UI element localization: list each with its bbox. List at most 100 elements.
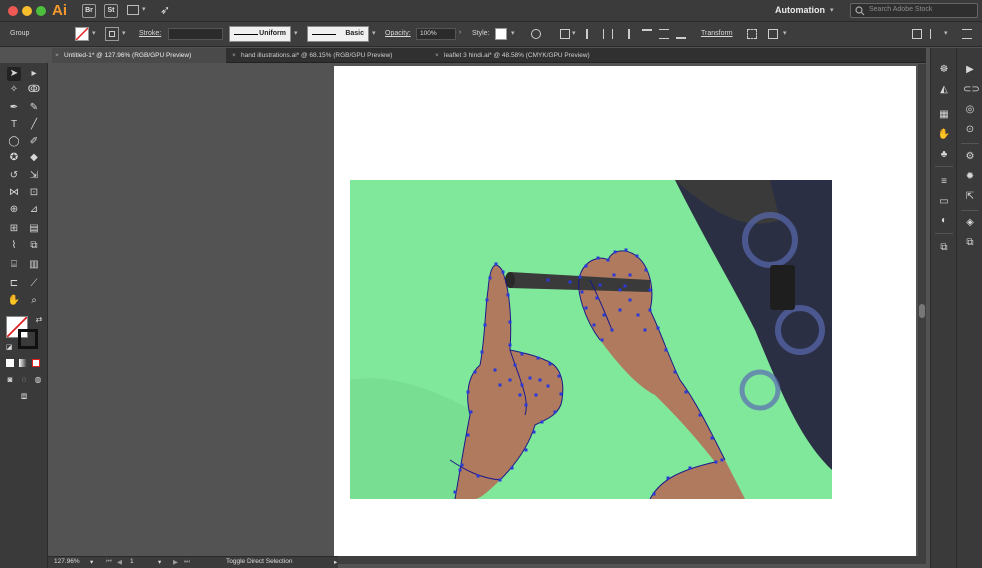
screen-mode-icon[interactable]: ⧈ — [17, 390, 31, 404]
tab-untitled-1[interactable]: × Untitled-1* @ 127.96% (RGB/GPU Preview… — [52, 48, 226, 63]
actions-play-icon[interactable]: ▶ — [963, 63, 977, 77]
artboard-chevron-icon[interactable]: ▾ — [158, 558, 161, 566]
ellipse-tool-icon[interactable]: ◯ — [7, 135, 21, 149]
color-mode-icon[interactable] — [6, 359, 14, 367]
close-tab-icon[interactable]: × — [232, 48, 236, 63]
appearance-panel-icon[interactable]: ◐ — [937, 214, 951, 228]
zoom-chevron-icon[interactable]: ▾ — [90, 558, 93, 566]
eraser-tool-icon[interactable]: ◆ — [27, 151, 41, 165]
gear-icon[interactable]: ⚙ — [963, 150, 977, 164]
arrange-documents-icon[interactable] — [127, 5, 139, 15]
eyedropper-tool-icon[interactable]: ⌇ — [7, 239, 21, 253]
draw-behind-icon[interactable]: ◌ — [17, 373, 31, 387]
stroke-label[interactable]: Stroke: — [139, 30, 161, 37]
image-trace-icon[interactable]: ✹ — [963, 170, 977, 184]
maximize-window-button[interactable] — [36, 6, 46, 16]
links-panel-icon[interactable]: ⊂⊃ — [963, 83, 980, 97]
select-similar-chevron-icon[interactable]: ▾ — [783, 29, 787, 37]
align-left-icon[interactable] — [586, 29, 596, 39]
artboard-number-field[interactable]: 1 — [130, 558, 134, 565]
column-graph-tool-icon[interactable]: ▥ — [27, 258, 41, 272]
stroke-weight-field[interactable] — [168, 28, 223, 40]
align-top-icon[interactable] — [642, 29, 652, 39]
align-right-icon[interactable] — [620, 29, 630, 39]
asset-export-icon[interactable]: ⧉ — [963, 236, 977, 250]
variable-width-profile[interactable]: Uniform — [229, 26, 291, 42]
minimize-window-button[interactable] — [22, 6, 32, 16]
style-chevron-icon[interactable]: ▾ — [511, 29, 515, 37]
rotate-tool-icon[interactable]: ↺ — [7, 169, 21, 183]
stroke-chevron-icon[interactable]: ▾ — [122, 29, 126, 37]
artboards-panel-icon[interactable]: ⧉ — [937, 241, 951, 255]
profile-chevron-icon[interactable]: ▾ — [294, 29, 298, 37]
hand-tool-icon[interactable]: ✋ — [7, 294, 21, 308]
first-artboard-icon[interactable]: ⏮ — [106, 558, 112, 566]
transform-button[interactable]: Transform — [701, 30, 733, 37]
zoom-tool-icon[interactable]: ⌕ — [27, 294, 41, 308]
swatches-panel-icon[interactable]: ▦ — [937, 108, 951, 122]
gpu-performance-icon[interactable]: ➶ — [160, 3, 170, 17]
panel-options-icon[interactable] — [912, 29, 922, 39]
next-artboard-icon[interactable]: ▶ — [173, 558, 178, 566]
stock-search-input[interactable]: Search Adobe Stock — [850, 3, 978, 18]
stroke-panel-icon[interactable]: ≡ — [937, 175, 951, 189]
curvature-tool-icon[interactable]: ✎ — [27, 101, 41, 115]
lasso-tool-icon[interactable]: ↂ — [27, 83, 41, 97]
workspace-switcher[interactable]: Automation — [775, 5, 825, 15]
cc-libraries-icon[interactable]: ◎ — [963, 103, 977, 117]
status-arrow-icon[interactable]: ▸ — [334, 558, 337, 566]
close-tab-icon[interactable]: × — [55, 48, 59, 63]
brush-chevron-icon[interactable]: ▾ — [372, 29, 376, 37]
control-bar-menu-icon[interactable] — [962, 29, 972, 39]
artboard-tool-icon[interactable]: ⊏ — [7, 277, 21, 291]
opacity-label[interactable]: Opacity: — [385, 30, 411, 37]
stock-button[interactable]: St — [104, 4, 118, 18]
align-middle-icon[interactable] — [659, 29, 669, 39]
direct-selection-tool-icon[interactable]: ▸ — [27, 67, 41, 81]
free-transform-tool-icon[interactable]: ⊡ — [27, 186, 41, 200]
horizontal-scrollbar[interactable] — [334, 556, 926, 564]
scale-tool-icon[interactable]: ⇲ — [27, 169, 41, 183]
graphic-style-swatch[interactable] — [495, 28, 507, 40]
opacity-arrow-icon[interactable]: › — [459, 29, 461, 36]
last-artboard-icon[interactable]: ⏭ — [184, 558, 190, 566]
draw-inside-icon[interactable]: ◍ — [31, 373, 45, 387]
placed-photo-hands[interactable] — [350, 180, 832, 499]
chevron-down-icon[interactable]: ▾ — [142, 5, 146, 13]
brush-definition[interactable]: Basic — [307, 26, 369, 42]
blend-tool-icon[interactable]: ⧉ — [27, 239, 41, 253]
align-to-chevron-icon[interactable]: ▾ — [572, 29, 576, 37]
stroke-color-swatch[interactable] — [18, 329, 38, 349]
current-tool-status[interactable]: Toggle Direct Selection — [226, 558, 292, 565]
selection-tool-icon[interactable]: ➤ — [7, 67, 21, 81]
bridge-button[interactable]: Br — [82, 4, 96, 18]
mesh-tool-icon[interactable]: ⊞ — [7, 222, 21, 236]
arrange-chevron-icon[interactable]: ▾ — [944, 29, 948, 37]
align-center-icon[interactable] — [603, 29, 613, 39]
layers-panel-icon[interactable]: ◈ — [963, 216, 977, 230]
tab-hand-illustrations[interactable]: × hand illustrations.ai* @ 68.15% (RGB/G… — [229, 48, 429, 63]
workspace-chevron-icon[interactable]: ▾ — [830, 6, 834, 14]
previous-artboard-icon[interactable]: ◀ — [117, 558, 122, 566]
swap-colors-icon[interactable]: ⇄ — [32, 313, 46, 327]
none-mode-icon[interactable] — [32, 359, 40, 367]
pen-tool-icon[interactable]: ✒ — [7, 101, 21, 115]
zoom-level-field[interactable]: 127.96% — [54, 558, 80, 565]
line-tool-icon[interactable]: ╱ — [27, 118, 41, 132]
type-tool-icon[interactable]: T — [7, 118, 21, 132]
isolate-group-icon[interactable] — [747, 29, 757, 39]
select-similar-icon[interactable] — [768, 29, 778, 39]
gradient-mode-icon[interactable] — [19, 359, 27, 367]
fill-swatch[interactable] — [75, 27, 89, 41]
default-colors-icon[interactable]: ◪ — [2, 341, 16, 355]
paintbrush-tool-icon[interactable]: ✐ — [27, 135, 41, 149]
align-to-icon[interactable] — [560, 29, 570, 39]
transparency-panel-icon[interactable]: ▭ — [937, 195, 951, 209]
export-icon[interactable]: ⇱ — [963, 190, 977, 204]
close-tab-icon[interactable]: × — [435, 48, 439, 63]
close-window-button[interactable] — [8, 6, 18, 16]
shape-builder-tool-icon[interactable]: ⊕ — [7, 203, 21, 217]
align-bottom-icon[interactable] — [676, 29, 686, 39]
symbol-sprayer-tool-icon[interactable]: ⌸ — [7, 258, 21, 272]
width-tool-icon[interactable]: ⋈ — [7, 186, 21, 200]
